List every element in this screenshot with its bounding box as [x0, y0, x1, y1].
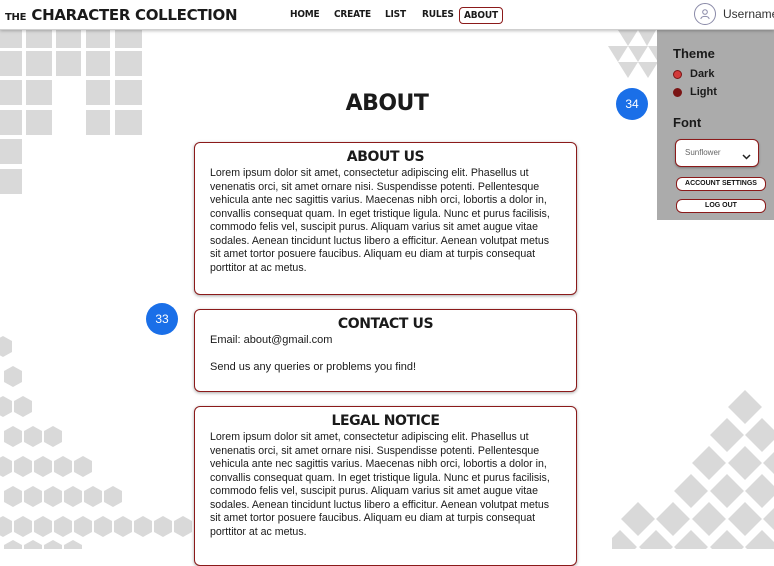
- logout-button[interactable]: LOG OUT: [676, 199, 766, 213]
- legal-notice-text: Lorem ipsum dolor sit amet, consectetur …: [210, 431, 550, 538]
- font-select[interactable]: Sunflower: [675, 139, 759, 167]
- nav-rules[interactable]: RULES: [418, 7, 458, 22]
- contact-email: Email: about@gmail.com: [210, 334, 333, 346]
- radio-selected[interactable]: [673, 69, 682, 79]
- about-us-card: ABOUT US Lorem ipsum dolor sit amet, con…: [194, 142, 577, 295]
- legal-notice-title: LEGAL NOTICE: [331, 413, 440, 429]
- nav-about[interactable]: ABOUT: [459, 7, 503, 24]
- site-logo[interactable]: THE CHARACTER COLLECTION: [5, 5, 238, 24]
- theme-option-dark[interactable]: Dark: [673, 68, 714, 80]
- user-icon: [694, 3, 716, 25]
- notification-badge: 33: [146, 303, 178, 335]
- theme-option-label: Light: [690, 86, 717, 98]
- username-label: Username: [723, 7, 774, 21]
- about-us-title: ABOUT US: [346, 149, 425, 165]
- theme-option-label: Dark: [690, 68, 715, 80]
- top-navbar: THE CHARACTER COLLECTION HOME CREATE LIS…: [0, 0, 774, 30]
- radio-unselected[interactable]: [673, 87, 682, 97]
- brand-title: CHARACTER COLLECTION: [31, 6, 238, 24]
- theme-option-light[interactable]: Light: [673, 86, 717, 98]
- brand-prefix: THE: [5, 12, 27, 23]
- font-select-value: Sunflower: [685, 148, 721, 157]
- settings-panel: Theme Dark Light Font Sunflower ACCOUNT …: [657, 30, 774, 220]
- font-title: Font: [673, 115, 702, 130]
- nav-create[interactable]: CREATE: [330, 7, 375, 22]
- nav-list[interactable]: LIST: [381, 7, 410, 22]
- contact-note: Send us any queries or problems you find…: [210, 360, 417, 373]
- account-settings-button[interactable]: ACCOUNT SETTINGS: [676, 177, 766, 191]
- hexagon-pattern-decoration: [0, 336, 192, 549]
- chevron-down-icon: [742, 148, 751, 166]
- contact-title: CONTACT US: [337, 316, 434, 332]
- legal-notice-card: LEGAL NOTICE Lorem ipsum dolor sit amet,…: [194, 406, 577, 566]
- user-menu[interactable]: Username: [694, 3, 774, 25]
- nav-home[interactable]: HOME: [286, 7, 323, 22]
- notification-badge: 34: [616, 88, 648, 120]
- diamond-pattern-decoration: [612, 390, 774, 549]
- about-us-text: Lorem ipsum dolor sit amet, consectetur …: [210, 167, 550, 274]
- theme-title: Theme: [673, 46, 715, 61]
- triangle-pattern-decoration: [608, 30, 658, 78]
- contact-card: CONTACT US Email: about@gmail.com Send u…: [194, 309, 577, 392]
